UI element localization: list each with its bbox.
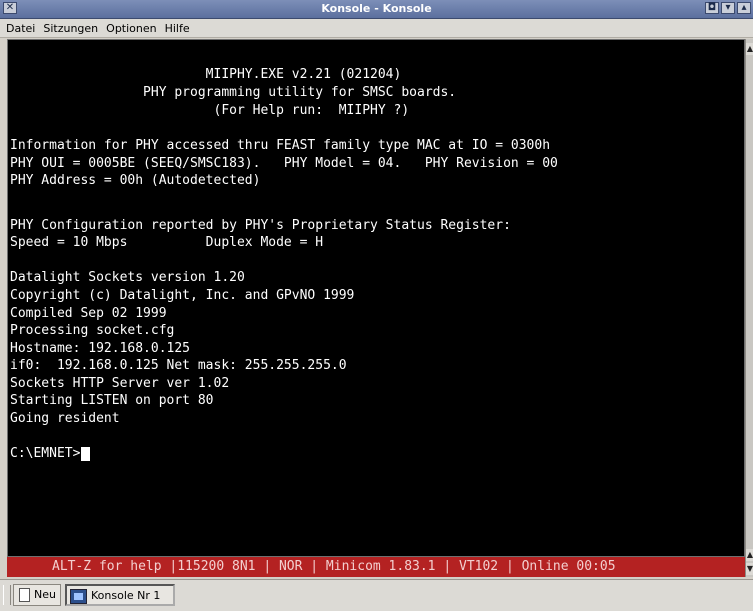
terminal-line: PHY Configuration reported by PHY's Prop…	[10, 218, 511, 233]
new-session-label: Neu	[34, 588, 56, 601]
prompt-text: C:\EMNET>	[10, 446, 81, 461]
terminal-line: (For Help run: MIIPHY ?)	[10, 103, 410, 118]
terminal-line: Going resident	[10, 411, 120, 426]
window-title: Konsole - Konsole	[321, 2, 432, 15]
text-cursor	[81, 446, 91, 461]
terminal-line: PHY OUI = 0005BE (SEEQ/SMSC183). PHY Mod…	[10, 156, 558, 171]
terminal-screen[interactable]: MIIPHY.EXE v2.21 (021204) PHY programmin…	[7, 39, 745, 557]
terminal-line: Datalight Sockets version 1.20	[10, 270, 245, 285]
title-bar[interactable]: ✕ Konsole - Konsole ◘ ▾ ▴	[0, 0, 753, 19]
new-session-button[interactable]: Neu	[13, 584, 61, 606]
drag-handle[interactable]	[3, 585, 11, 605]
document-icon	[19, 588, 30, 602]
terminal-line: PHY programming utility for SMSC boards.	[10, 85, 457, 100]
terminal-line: Information for PHY accessed thru FEAST …	[10, 138, 551, 153]
scroll-down-icon[interactable]: ▼	[746, 563, 753, 575]
terminal-line: Copyright (c) Datalight, Inc. and GPvNO …	[10, 288, 355, 303]
menu-hilfe[interactable]: Hilfe	[161, 19, 194, 35]
terminal-line: MIIPHY.EXE v2.21 (021204)	[10, 67, 402, 82]
scroll-up-icon[interactable]: ▲	[746, 549, 753, 561]
menu-bar: Datei Sitzungen Optionen Hilfe	[0, 19, 753, 38]
scroll-up-icon[interactable]: ▲	[746, 43, 753, 55]
terminal-line: Processing socket.cfg	[10, 323, 175, 338]
terminal-line: Hostname: 192.168.0.125	[10, 341, 191, 356]
terminal-line: Starting LISTEN on port 80	[10, 393, 214, 408]
status-line: ALT-Z for help |115200 8N1 | NOR | Minic…	[7, 557, 745, 577]
konsole-icon	[70, 589, 87, 604]
maximize-icon[interactable]: ◘	[705, 2, 719, 14]
vertical-scrollbar[interactable]: ▲ ▲ ▼	[745, 39, 753, 577]
minimize-icon[interactable]: ▾	[721, 2, 735, 14]
terminal-line: Speed = 10 Mbps Duplex Mode = H	[10, 235, 324, 250]
session-tab-label: Konsole Nr 1	[91, 589, 161, 602]
shade-icon[interactable]: ▴	[737, 2, 751, 14]
session-tabbar: Neu Konsole Nr 1	[0, 579, 753, 611]
menu-sitzungen[interactable]: Sitzungen	[39, 19, 102, 35]
terminal-line: Sockets HTTP Server ver 1.02	[10, 376, 230, 391]
terminal-line: PHY Address = 00h (Autodetected)	[10, 173, 261, 188]
session-tab-konsole-1[interactable]: Konsole Nr 1	[65, 584, 175, 606]
terminal-line: Compiled Sep 02 1999	[10, 306, 167, 321]
terminal-prompt[interactable]: C:\EMNET>	[10, 445, 91, 462]
menu-optionen[interactable]: Optionen	[102, 19, 160, 35]
terminal-line: if0: 192.168.0.125 Net mask: 255.255.255…	[10, 358, 347, 373]
menu-datei[interactable]: Datei	[0, 19, 39, 35]
